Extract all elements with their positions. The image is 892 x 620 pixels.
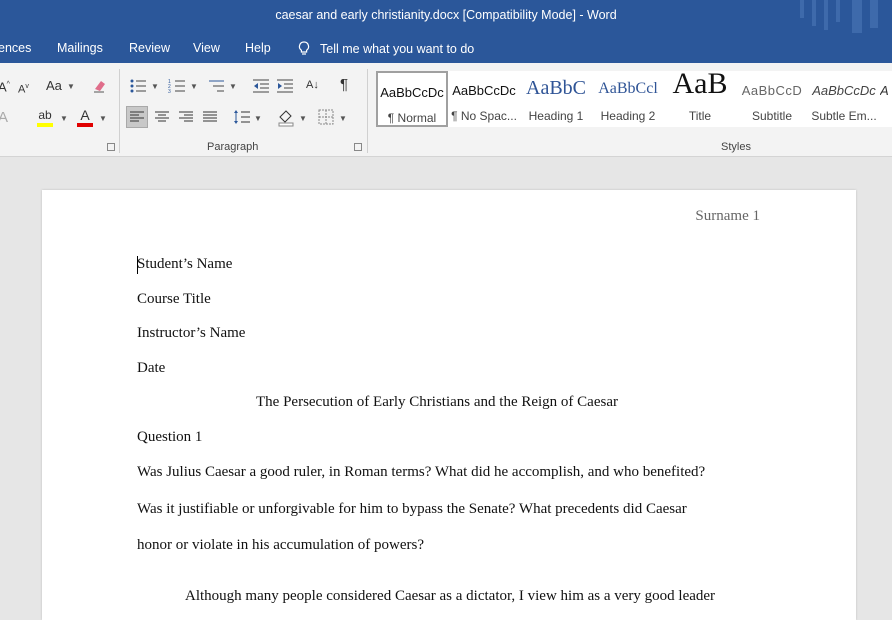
question-heading: Question 1: [137, 429, 203, 445]
styles-gallery: AaBbCcDc ¶ Normal AaBbCcDc ¶ No Spac... …: [376, 67, 892, 127]
style-preview: A: [880, 83, 889, 98]
essay-title: The Persecution of Early Christians and …: [256, 394, 618, 410]
shading-icon[interactable]: [276, 107, 296, 132]
chevron-down-icon[interactable]: ▼: [339, 114, 347, 123]
decorative-stripe: [852, 0, 862, 33]
grow-font-icon[interactable]: A^: [0, 77, 10, 95]
change-case-icon[interactable]: Aa: [46, 78, 62, 94]
style-preview: AaBbC: [526, 77, 586, 99]
decorative-stripe: [824, 0, 828, 30]
style-preview: AaBbCcDc: [380, 85, 444, 100]
chevron-down-icon[interactable]: ▼: [99, 114, 107, 123]
window-title: caesar and early christianity.docx [Comp…: [275, 8, 617, 22]
question-text-line: Was it justifiable or unforgivable for h…: [137, 501, 687, 517]
font-color-bar: [77, 123, 93, 127]
style-preview: AaBbCcDc: [452, 83, 516, 98]
style-title[interactable]: AaB Title: [664, 67, 736, 127]
line-spacing-icon[interactable]: [232, 107, 252, 132]
style-name: Heading 2: [600, 109, 656, 123]
align-left-button[interactable]: [126, 106, 148, 128]
style-preview: AaB: [672, 67, 728, 100]
style-normal[interactable]: AaBbCcDc ¶ Normal: [376, 71, 448, 127]
chevron-down-icon[interactable]: ▼: [190, 82, 198, 91]
tab-view[interactable]: View: [193, 41, 220, 55]
style-name: Subtitle: [751, 109, 793, 123]
style-subtitle[interactable]: AaBbCcD Subtitle: [736, 71, 808, 127]
tell-me-label: Tell me what you want to do: [320, 42, 475, 56]
style-heading-2[interactable]: AaBbCcl Heading 2: [592, 71, 664, 127]
group-separator: [119, 69, 120, 153]
style-subtle-emphasis[interactable]: AaBbCcDc Subtle Em...: [808, 71, 880, 127]
decorative-stripe: [800, 0, 804, 18]
document-page[interactable]: Surname 1 Student’s Name Course Title In…: [42, 190, 856, 620]
course-title-line: Course Title: [137, 291, 211, 307]
style-heading-1[interactable]: AaBbC Heading 1: [520, 71, 592, 127]
font-color-icon[interactable]: A: [78, 107, 92, 123]
shrink-font-icon[interactable]: Av: [18, 79, 29, 98]
style-emphasis[interactable]: A: [880, 71, 892, 127]
style-name: Subtle Em...: [811, 109, 877, 123]
highlight-color-bar: [37, 123, 53, 127]
decorative-stripe: [870, 0, 878, 28]
borders-icon[interactable]: [316, 107, 336, 132]
decrease-indent-icon[interactable]: [252, 78, 270, 99]
justify-icon[interactable]: [200, 107, 220, 132]
clear-formatting-icon[interactable]: [92, 78, 108, 99]
chevron-down-icon[interactable]: ▼: [67, 82, 75, 91]
paragraph-dialog-launcher[interactable]: [354, 143, 362, 151]
answer-text-line: Although many people considered Caesar a…: [185, 588, 716, 604]
chevron-down-icon[interactable]: ▼: [151, 82, 159, 91]
style-preview: AaBbCcl: [598, 80, 658, 97]
tell-me-search[interactable]: Tell me what you want to do: [298, 41, 474, 56]
student-name-line: Student’s Name: [137, 256, 233, 272]
title-bar: caesar and early christianity.docx [Comp…: [0, 0, 892, 33]
pilcrow-icon[interactable]: ¶: [340, 77, 348, 93]
question-text-line: honor or violate in his accumulation of …: [137, 537, 425, 553]
style-preview: AaBbCcDc: [812, 83, 876, 98]
style-name: Heading 1: [528, 109, 584, 123]
style-no-spacing[interactable]: AaBbCcDc ¶ No Spac...: [448, 71, 520, 127]
align-center-icon[interactable]: [152, 107, 172, 132]
chevron-down-icon[interactable]: ▼: [299, 114, 307, 123]
align-left-icon: [130, 111, 144, 122]
style-name: ¶ No Spac...: [451, 109, 517, 123]
tab-help[interactable]: Help: [245, 41, 271, 55]
lightbulb-icon: [298, 41, 310, 55]
style-preview: AaBbCcD: [741, 83, 803, 98]
chevron-down-icon[interactable]: ▼: [254, 114, 262, 123]
numbering-icon[interactable]: 123: [168, 78, 186, 99]
multilevel-list-icon[interactable]: [207, 78, 225, 99]
highlight-icon[interactable]: ab: [36, 107, 54, 123]
ribbon-tabs: ences Mailings Review View Help Tell me …: [0, 33, 892, 63]
align-right-icon[interactable]: [176, 107, 196, 132]
chevron-down-icon[interactable]: ▼: [229, 82, 237, 91]
page-header: Surname 1: [695, 208, 760, 224]
style-name: ¶ Normal: [387, 111, 437, 125]
style-name: Title: [688, 109, 712, 123]
ribbon: A^ Av Aa ▼ A ab ▼ A ▼ ▼ 123 ▼ ▼ A↓ ¶ ▼ ▼…: [0, 63, 892, 157]
increase-indent-icon[interactable]: [276, 78, 294, 99]
svg-text:3: 3: [168, 89, 171, 94]
paragraph-group-label: Paragraph: [207, 141, 259, 153]
instructor-name-line: Instructor’s Name: [137, 325, 246, 341]
question-text-line: Was Julius Caesar a good ruler, in Roman…: [137, 464, 706, 480]
bullets-icon[interactable]: [129, 78, 147, 99]
sort-icon[interactable]: A↓: [306, 77, 319, 93]
font-dialog-launcher[interactable]: [107, 143, 115, 151]
decorative-stripe: [812, 0, 816, 26]
tab-references[interactable]: ences: [0, 41, 31, 55]
text-effects-icon[interactable]: A: [0, 110, 8, 126]
group-separator: [367, 69, 368, 153]
tab-review[interactable]: Review: [129, 41, 170, 55]
decorative-stripe: [836, 0, 840, 22]
styles-group-label: Styles: [721, 141, 751, 153]
tab-mailings[interactable]: Mailings: [57, 41, 103, 55]
date-line: Date: [137, 360, 166, 376]
chevron-down-icon[interactable]: ▼: [60, 114, 68, 123]
